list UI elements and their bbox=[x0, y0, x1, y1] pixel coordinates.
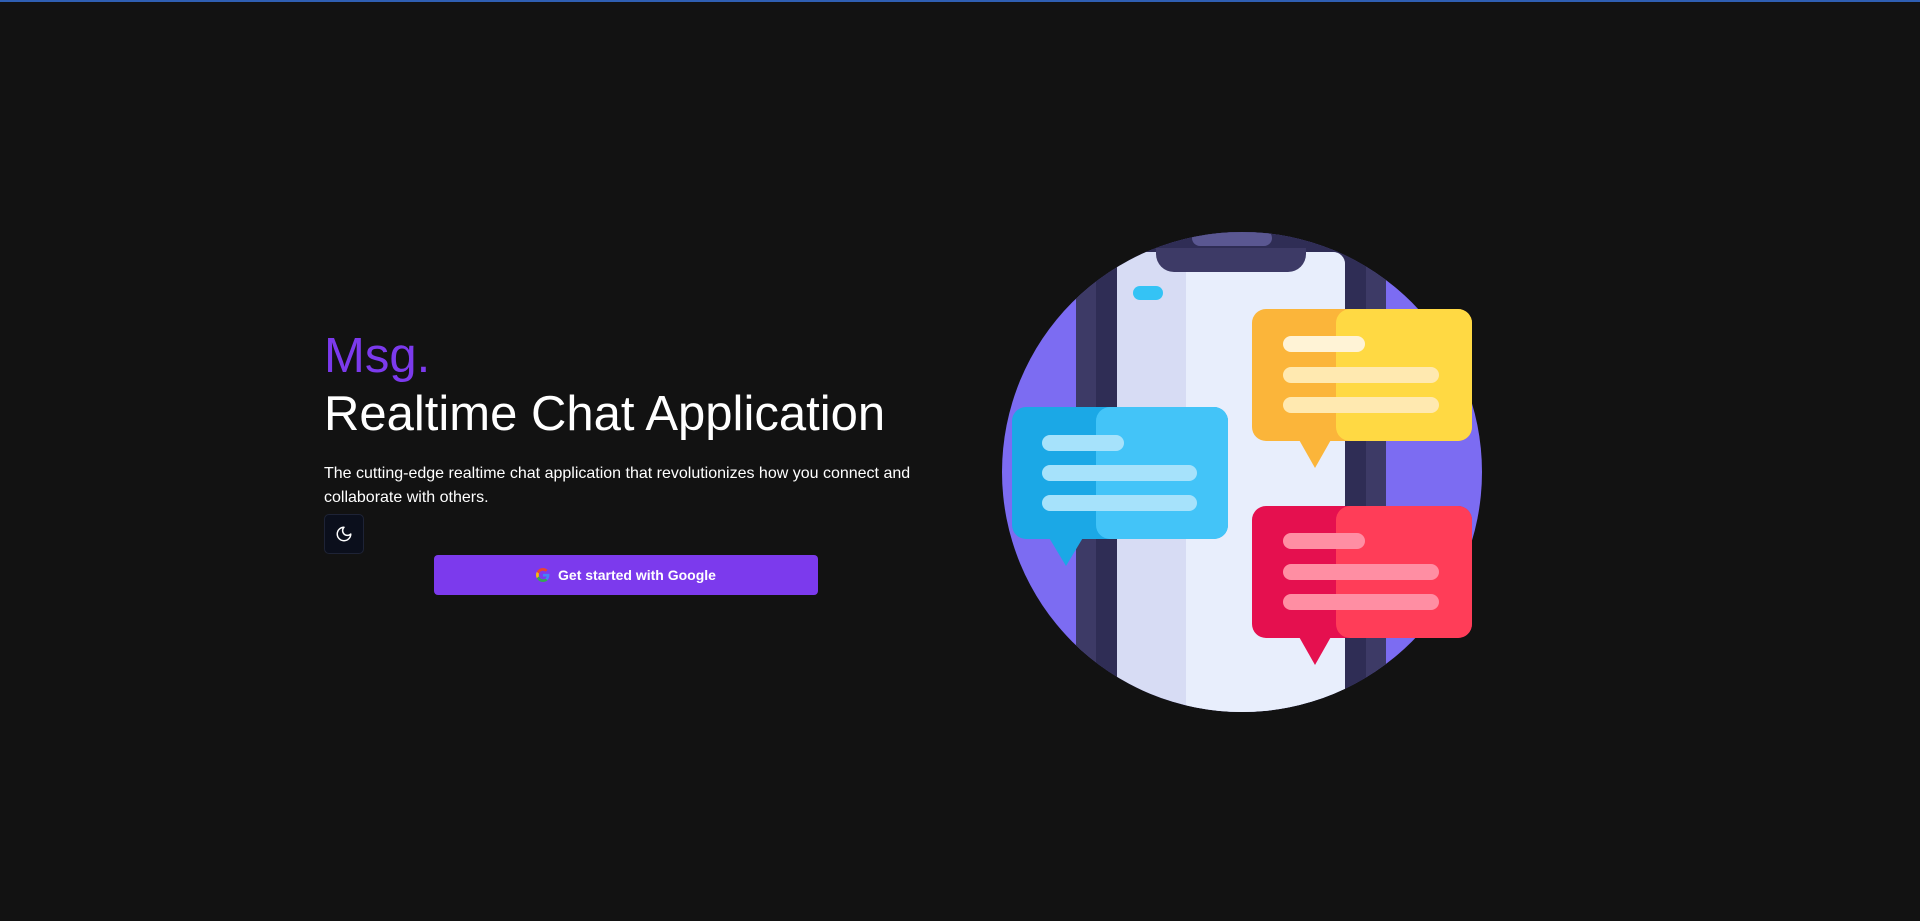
brand-logo-text: Msg. bbox=[324, 329, 431, 383]
page-title: Realtime Chat Application bbox=[324, 387, 886, 441]
phone-chat-illustration bbox=[1002, 232, 1482, 712]
google-icon bbox=[536, 568, 550, 582]
google-signin-label: Get started with Google bbox=[558, 567, 716, 583]
hero-description: The cutting-edge realtime chat applicati… bbox=[324, 465, 911, 506]
theme-toggle-button[interactable] bbox=[324, 514, 364, 554]
top-accent-line bbox=[0, 0, 1920, 2]
hero-section: Msg. Realtime Chat Application The cutti… bbox=[324, 326, 944, 510]
google-signin-button[interactable]: Get started with Google bbox=[434, 555, 818, 595]
moon-icon bbox=[336, 526, 352, 542]
